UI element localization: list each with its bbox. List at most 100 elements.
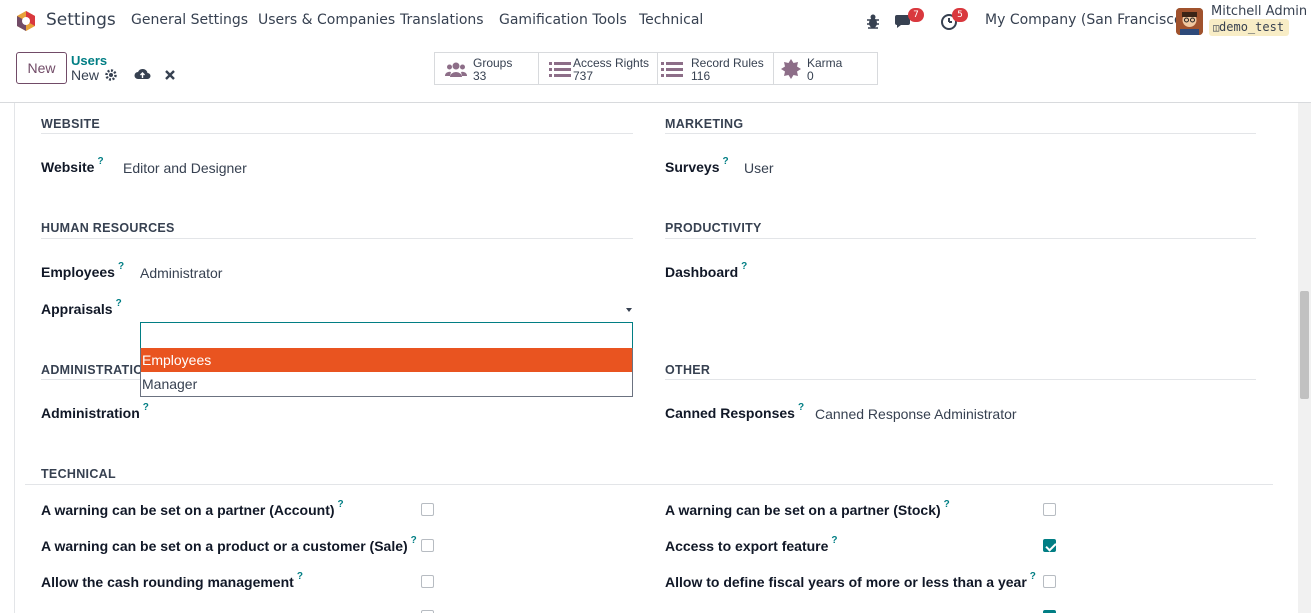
stat-groups-label: Groups xyxy=(473,56,513,70)
top-navbar: Settings General Settings Users & Compan… xyxy=(0,0,1311,42)
user-name[interactable]: Mitchell Admin xyxy=(1211,4,1307,19)
tech-right-text-0: A warning can be set on a partner (Stock… xyxy=(665,502,941,518)
help-tooltip-icon[interactable]: ? xyxy=(798,402,804,413)
tech-left-checkbox-1[interactable] xyxy=(421,539,434,552)
field-surveys-value[interactable]: User xyxy=(744,160,774,176)
field-dashboard-label: Dashboard? xyxy=(665,261,747,280)
menu-technical[interactable]: Technical xyxy=(639,12,703,28)
tech-left-text-2: Allow the cash rounding management xyxy=(41,574,294,590)
tech-right-label-1: Access to export feature? xyxy=(665,535,838,554)
help-tooltip-icon[interactable]: ? xyxy=(944,499,950,510)
appraisals-dropdown-caret-icon[interactable] xyxy=(626,308,632,312)
breadcrumb-users[interactable]: Users xyxy=(71,53,107,68)
field-employees-label: Employees? xyxy=(41,261,124,280)
help-tooltip-icon[interactable]: ? xyxy=(411,535,417,546)
stat-access-rights-label: Access Rights xyxy=(573,56,650,70)
help-tooltip-icon[interactable]: ? xyxy=(722,156,728,167)
help-tooltip-icon[interactable]: ? xyxy=(143,402,149,413)
tech-right-checkbox-0[interactable] xyxy=(1043,503,1056,516)
scrollbar-thumb[interactable] xyxy=(1300,291,1309,399)
stat-record-rules-value: 116 xyxy=(691,69,711,83)
help-tooltip-icon[interactable]: ? xyxy=(118,261,124,272)
sheet-border xyxy=(14,103,15,613)
section-divider xyxy=(41,133,633,134)
tech-right-label-0: A warning can be set on a partner (Stock… xyxy=(665,499,950,518)
tech-right-label-2: Allow to define fiscal years of more or … xyxy=(665,571,1036,590)
field-website-value[interactable]: Editor and Designer xyxy=(123,160,247,176)
help-tooltip-icon[interactable]: ? xyxy=(1030,571,1036,582)
stat-karma[interactable]: Karma 0 xyxy=(774,53,877,84)
dropdown-option-employees[interactable]: Employees xyxy=(141,348,632,372)
section-marketing-title: MARKETING xyxy=(665,117,744,131)
chat-badge: 7 xyxy=(908,8,924,22)
users-icon xyxy=(445,62,467,77)
stat-access-rights-value: 737 xyxy=(573,69,594,83)
tech-right-text-1: Access to export feature xyxy=(665,538,829,554)
discard-x-icon[interactable] xyxy=(164,69,176,81)
app-title[interactable]: Settings xyxy=(46,10,116,30)
list-icon xyxy=(661,62,683,77)
menu-translations[interactable]: Translations xyxy=(400,12,484,28)
company-switcher[interactable]: My Company (San Francisco) xyxy=(985,12,1188,28)
field-appraisals-label: Appraisals? xyxy=(41,298,122,317)
new-button[interactable]: New xyxy=(16,52,67,84)
section-divider xyxy=(665,133,1256,134)
stat-karma-label: Karma xyxy=(807,56,843,70)
gear-icon[interactable] xyxy=(104,68,118,82)
field-canned-responses-label: Canned Responses? xyxy=(665,402,804,421)
database-name: demo_test xyxy=(1219,20,1285,34)
field-canned-responses-value[interactable]: Canned Response Administrator xyxy=(815,406,1017,422)
cloud-upload-icon[interactable] xyxy=(134,67,151,81)
help-tooltip-icon[interactable]: ? xyxy=(116,298,122,309)
stat-record-rules-label: Record Rules xyxy=(691,56,764,70)
smart-buttons: Groups 33 Access Rights 737 Record Rules… xyxy=(434,52,878,85)
stat-karma-value: 0 xyxy=(807,69,814,83)
stat-record-rules[interactable]: Record Rules 116 xyxy=(658,53,774,84)
section-other-title: OTHER xyxy=(665,363,711,377)
help-tooltip-icon[interactable]: ? xyxy=(831,535,837,546)
tech-left-label-1: A warning can be set on a product or a c… xyxy=(41,535,417,554)
database-tag: ◫demo_test xyxy=(1209,19,1290,36)
section-hr-title: HUMAN RESOURCES xyxy=(41,221,175,235)
help-tooltip-icon[interactable]: ? xyxy=(97,156,103,167)
field-employees-value[interactable]: Administrator xyxy=(140,265,222,281)
help-tooltip-icon[interactable]: ? xyxy=(297,571,303,582)
field-administration-text: Administration xyxy=(41,405,140,421)
menu-general-settings[interactable]: General Settings xyxy=(131,12,248,28)
appraisals-dropdown-search[interactable] xyxy=(140,322,633,348)
section-divider xyxy=(665,379,1256,380)
dropdown-option-manager[interactable]: Manager xyxy=(141,372,632,396)
section-website-title: WEBSITE xyxy=(41,117,101,131)
field-website-text: Website xyxy=(41,159,95,175)
tech-left-label-2: Allow the cash rounding management? xyxy=(41,571,303,590)
field-employees-text: Employees xyxy=(41,264,115,280)
section-divider xyxy=(41,238,633,239)
stat-groups[interactable]: Groups 33 xyxy=(435,53,539,84)
section-administration-title: ADMINISTRATIC xyxy=(41,363,143,377)
tech-right-checkbox-2[interactable] xyxy=(1043,575,1056,588)
tech-left-text-1: A warning can be set on a product or a c… xyxy=(41,538,408,554)
tech-left-text-0: A warning can be set on a partner (Accou… xyxy=(41,502,335,518)
tech-right-checkbox-1[interactable] xyxy=(1043,539,1056,552)
help-tooltip-icon[interactable]: ? xyxy=(741,261,747,272)
badge-icon xyxy=(781,59,801,79)
stat-access-rights[interactable]: Access Rights 737 xyxy=(539,53,658,84)
activity-badge: 5 xyxy=(952,8,968,22)
menu-users-companies[interactable]: Users & Companies xyxy=(258,12,395,28)
field-website-label: Website? xyxy=(41,156,104,175)
odoo-logo-icon[interactable] xyxy=(15,10,37,32)
bug-icon[interactable] xyxy=(865,12,881,30)
field-surveys-label: Surveys? xyxy=(665,156,729,175)
help-tooltip-icon[interactable]: ? xyxy=(338,499,344,510)
menu-gamification-tools[interactable]: Gamification Tools xyxy=(499,12,627,28)
field-canned-responses-text: Canned Responses xyxy=(665,405,795,421)
tech-left-checkbox-0[interactable] xyxy=(421,503,434,516)
tech-left-checkbox-2[interactable] xyxy=(421,575,434,588)
user-avatar-icon xyxy=(1176,8,1203,35)
avatar[interactable] xyxy=(1176,8,1203,35)
field-administration-label: Administration? xyxy=(41,402,149,421)
section-productivity-title: PRODUCTIVITY xyxy=(665,221,762,235)
field-appraisals-text: Appraisals xyxy=(41,301,113,317)
tech-right-text-2: Allow to define fiscal years of more or … xyxy=(665,574,1027,590)
breadcrumb-current: New xyxy=(71,67,100,83)
